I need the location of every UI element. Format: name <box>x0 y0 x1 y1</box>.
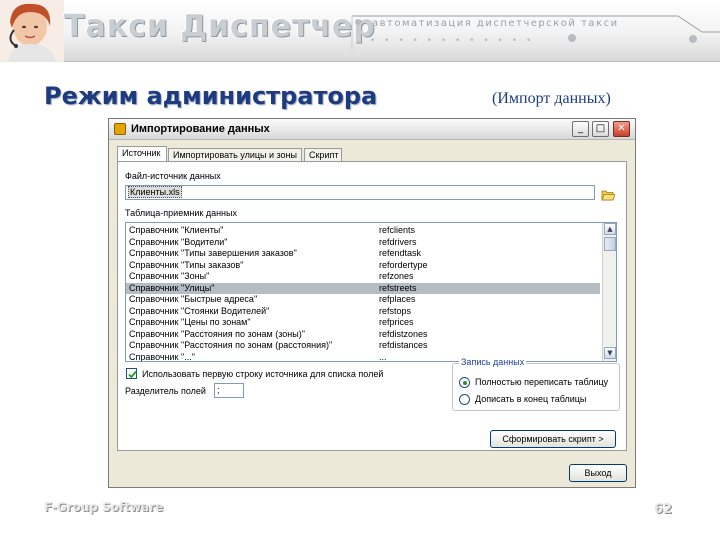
dialog-titlebar[interactable]: Импортирование данных _ □ ✕ <box>109 119 635 140</box>
page-subtitle: (Импорт данных) <box>492 90 611 107</box>
page-title: Режим администратора <box>44 82 378 110</box>
list-item-name: Справочник "Типы завершения заказов" <box>129 248 297 258</box>
scroll-down-icon[interactable]: ▼ <box>604 347 616 359</box>
list-item-target: refdistzones <box>379 328 428 339</box>
list-item[interactable]: Справочник "Расстояния по зонам (расстоя… <box>126 340 600 351</box>
list-item-target: ... <box>379 351 387 362</box>
window-app-icon <box>114 123 126 135</box>
list-item-target: refplaces <box>379 294 416 304</box>
source-file-value: Клиенты.xls <box>128 186 182 198</box>
list-item-name: Справочник "Быстрые адреса" <box>129 294 258 304</box>
list-item-target: refdrivers <box>379 236 417 247</box>
radio-append[interactable] <box>459 394 470 405</box>
tagline-text: автоматизация диспетчерской такси <box>372 18 619 29</box>
folder-icon[interactable] <box>601 186 616 201</box>
list-item[interactable]: Справочник "Стоянки Водителей" refstops <box>126 306 600 317</box>
minimize-button[interactable]: _ <box>572 121 589 137</box>
list-item[interactable]: Справочник "Водители" refdrivers <box>126 237 600 248</box>
separator-input[interactable]: ; <box>214 383 244 398</box>
list-item-name: Справочник "Типы заказов" <box>129 259 244 270</box>
radio-overwrite[interactable] <box>459 377 470 388</box>
list-item-name: Справочник "Цены по зонам" <box>129 317 251 327</box>
list-item-name: Справочник "Стоянки Водителей" <box>129 305 270 316</box>
source-file-label: Файл-источник данных <box>125 171 221 181</box>
exit-button[interactable]: Выход <box>569 464 627 482</box>
list-item-target: refclients <box>379 225 416 235</box>
write-mode-title: Запись данных <box>459 357 527 367</box>
list-item-name: Справочник "Водители" <box>129 236 228 247</box>
list-item[interactable]: Справочник "Улицы" refstreets <box>126 282 600 294</box>
list-item-target: refordertype <box>379 259 428 270</box>
operator-photo <box>0 0 64 62</box>
list-item-name: Справочник "Улицы" <box>129 282 215 293</box>
radio-overwrite-label[interactable]: Полностью переписать таблицу <box>475 377 608 387</box>
use-first-row-checkbox[interactable] <box>126 368 137 379</box>
scroll-thumb[interactable] <box>604 237 616 251</box>
list-item-name: Справочник "..." <box>129 351 195 362</box>
list-item-target: refzones <box>379 271 414 281</box>
scroll-up-icon[interactable]: ▲ <box>604 223 616 235</box>
list-item[interactable]: Справочник "Зоны" refzones <box>126 271 600 282</box>
list-item-target: refendtask <box>379 248 422 258</box>
import-dialog: Импортирование данных _ □ ✕ Источник Имп… <box>108 118 636 488</box>
write-mode-group: Запись данных Полностью переписать табли… <box>452 357 620 411</box>
footer-brand: F-Group Software <box>44 500 164 514</box>
generate-script-button[interactable]: Сформировать скрипт > <box>490 430 616 448</box>
close-button[interactable]: ✕ <box>613 121 630 137</box>
tagline-banner: автоматизация диспетчерской такси • • • … <box>350 12 720 52</box>
list-item-name: Справочник "Зоны" <box>129 271 210 281</box>
list-item[interactable]: Справочник "..."... <box>126 351 600 362</box>
page-number: 62 <box>654 502 673 517</box>
checkmark-icon <box>128 370 137 379</box>
separator-label: Разделитель полей <box>125 386 206 396</box>
list-item[interactable]: Справочник "Расстояния по зонам (зоны)" r… <box>126 329 600 340</box>
list-item[interactable]: Справочник "Типы заказов" refordertype <box>126 260 600 271</box>
list-item-target: refprices <box>379 317 414 327</box>
list-item-name: Справочник "Расстояния по зонам (зоны)" <box>129 328 305 339</box>
slide-header: Такси Диспетчер автоматизация диспетчерс… <box>0 0 720 62</box>
tagline-dots: • • • • • • • • • • • • <box>370 36 535 46</box>
list-item[interactable]: Справочник "Клиенты" refclients <box>126 225 600 236</box>
dialog-title: Импортирование данных <box>131 123 270 135</box>
target-table-label: Таблица-приемник данных <box>125 208 237 218</box>
radio-append-label[interactable]: Дописать в конец таблицы <box>475 394 586 404</box>
target-table-list[interactable]: Справочник "..."... Справочник "Расстояни… <box>125 222 617 362</box>
app-logo: Такси Диспетчер <box>64 9 376 44</box>
list-item-target: refstops <box>379 305 412 316</box>
tab-panel-source: Файл-источник данных Клиенты.xls Таблица… <box>117 161 627 451</box>
list-item[interactable]: Справочник "Цены по зонам" refprices <box>126 317 600 328</box>
list-item-target: refstreets <box>379 282 417 293</box>
list-item-target: refdistances <box>379 340 428 350</box>
source-file-input[interactable]: Клиенты.xls <box>125 185 595 200</box>
use-first-row-label: Использовать первую строку источника для… <box>142 369 384 379</box>
list-item-name: Справочник "Расстояния по зонам (расстоя… <box>129 340 333 350</box>
list-item[interactable]: Справочник "Типы завершения заказов" refe… <box>126 248 600 259</box>
list-scrollbar[interactable]: ▲ ▼ <box>602 223 616 361</box>
maximize-button[interactable]: □ <box>592 121 609 137</box>
list-item-name: Справочник "Клиенты" <box>129 225 224 235</box>
list-item[interactable]: Справочник "Быстрые адреса" refplaces <box>126 294 600 305</box>
